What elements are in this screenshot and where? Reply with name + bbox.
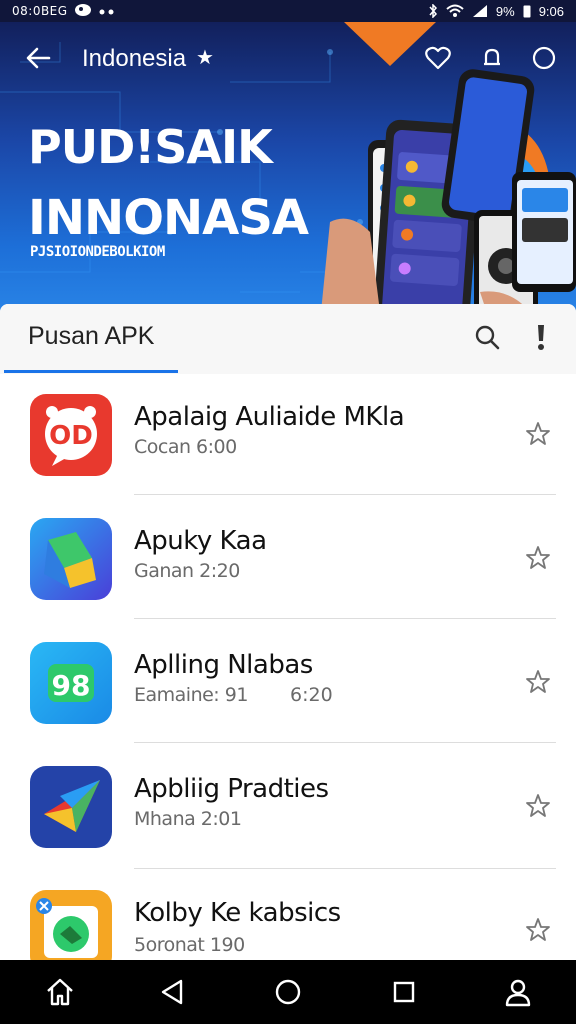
app-icon-maps xyxy=(30,518,112,600)
star-icon: ★ xyxy=(196,47,214,69)
star-outline-icon xyxy=(526,794,550,817)
more-options-button[interactable] xyxy=(526,320,556,354)
active-tab-indicator xyxy=(4,370,178,373)
app-name: Aplling Nlabas xyxy=(134,650,313,680)
circle-icon xyxy=(532,46,556,70)
svg-text:OD: OD xyxy=(49,421,93,451)
home-nav-button[interactable] xyxy=(40,972,80,1012)
back-nav-button[interactable] xyxy=(152,972,192,1012)
more-dots-icon xyxy=(98,4,116,18)
app-icon-arrow xyxy=(30,766,112,848)
battery-icon xyxy=(523,4,531,18)
notification-icon xyxy=(74,3,92,20)
hero-banner: Indonesia ★ PUD!SAIK INNONASA PJSIOIONDE… xyxy=(0,22,576,322)
favorite-star-button[interactable] xyxy=(520,912,556,948)
battery-level: 9% xyxy=(495,3,515,19)
app-name: Apuky Kaa xyxy=(134,526,267,556)
star-outline-icon xyxy=(526,918,550,941)
app-icon-education xyxy=(30,890,112,960)
back-triangle-icon xyxy=(161,979,183,1005)
banner-subtitle: PJSIOIONDEBOLKIOM xyxy=(30,244,165,260)
circle-home-icon xyxy=(275,979,301,1005)
back-arrow-icon xyxy=(26,47,51,69)
user-icon xyxy=(505,979,531,1007)
notifications-button[interactable] xyxy=(476,42,508,74)
star-outline-icon xyxy=(526,546,550,569)
home-circle-nav-button[interactable] xyxy=(268,972,308,1012)
star-outline-icon xyxy=(526,670,550,693)
app-meta: Eamaine: 91 xyxy=(134,684,248,706)
signal-icon xyxy=(472,4,488,18)
app-meta: Ganan 2:20 xyxy=(134,560,240,582)
favorite-star-button[interactable] xyxy=(520,788,556,824)
app-name: Apalaig Auliaide MKla xyxy=(134,402,405,432)
profile-circle-button[interactable] xyxy=(528,42,560,74)
favorite-star-button[interactable] xyxy=(520,540,556,576)
app-list-item[interactable]: Apuky Kaa Ganan 2:20 xyxy=(0,508,576,632)
search-button[interactable] xyxy=(470,320,504,354)
app-list-item[interactable]: OD Apalaig Auliaide MKla Cocan 6:00 xyxy=(0,384,576,508)
recents-square-icon xyxy=(393,981,415,1003)
phones-illustration xyxy=(320,69,576,322)
app-meta: Cocan 6:00 xyxy=(134,436,237,458)
app-name: Apbliig Pradties xyxy=(134,774,329,804)
app-list-item[interactable]: Apbliig Pradties Mhana 2:01 xyxy=(0,756,576,880)
region-title: Indonesia xyxy=(82,45,187,72)
app-meta-extra: 6:20 xyxy=(290,684,333,706)
wifi-icon xyxy=(446,4,464,18)
home-icon xyxy=(47,978,73,1006)
app-meta: Mhana 2:01 xyxy=(134,808,242,830)
search-tab-label[interactable]: Pusan APK xyxy=(28,322,154,351)
app-icon-game: 98 xyxy=(30,642,112,724)
clock: 9:06 xyxy=(538,3,564,19)
more-vert-icon xyxy=(538,325,544,350)
app-list-card: Pusan APK OD Apalaig Auliaide MKla Cocan… xyxy=(0,304,576,960)
system-nav-bar xyxy=(0,960,576,1024)
search-icon xyxy=(475,325,500,350)
bell-icon xyxy=(484,48,500,66)
bluetooth-icon xyxy=(428,4,438,18)
status-bar: 08:0BEG 9% 9:06 xyxy=(0,0,576,22)
recents-nav-button[interactable] xyxy=(384,972,424,1012)
toolbar: Indonesia ★ xyxy=(0,38,576,78)
app-list-item[interactable]: Kolby Ke kabsics 5oronat 190 xyxy=(0,882,576,960)
banner-title-line2: INNONASA xyxy=(28,190,309,246)
app-meta: 5oronat 190 xyxy=(134,934,245,956)
back-button[interactable] xyxy=(22,42,54,74)
banner-title-line1: PUD!SAIK xyxy=(28,120,273,174)
search-header: Pusan APK xyxy=(0,304,576,374)
favorite-star-button[interactable] xyxy=(520,664,556,700)
favorite-star-button[interactable] xyxy=(520,416,556,452)
app-icon-chat: OD xyxy=(30,394,112,476)
status-left-text: 08:0BEG xyxy=(12,4,68,18)
svg-text:98: 98 xyxy=(52,669,91,702)
divider xyxy=(134,494,556,495)
favorite-button[interactable] xyxy=(422,42,454,74)
app-name: Kolby Ke kabsics xyxy=(134,898,341,928)
heart-icon xyxy=(425,46,451,70)
divider xyxy=(134,618,556,619)
divider xyxy=(134,742,556,743)
app-list-item[interactable]: 98 Aplling Nlabas Eamaine: 91 6:20 xyxy=(0,632,576,756)
divider xyxy=(134,868,556,869)
account-nav-button[interactable] xyxy=(498,972,538,1012)
star-outline-icon xyxy=(526,422,550,445)
